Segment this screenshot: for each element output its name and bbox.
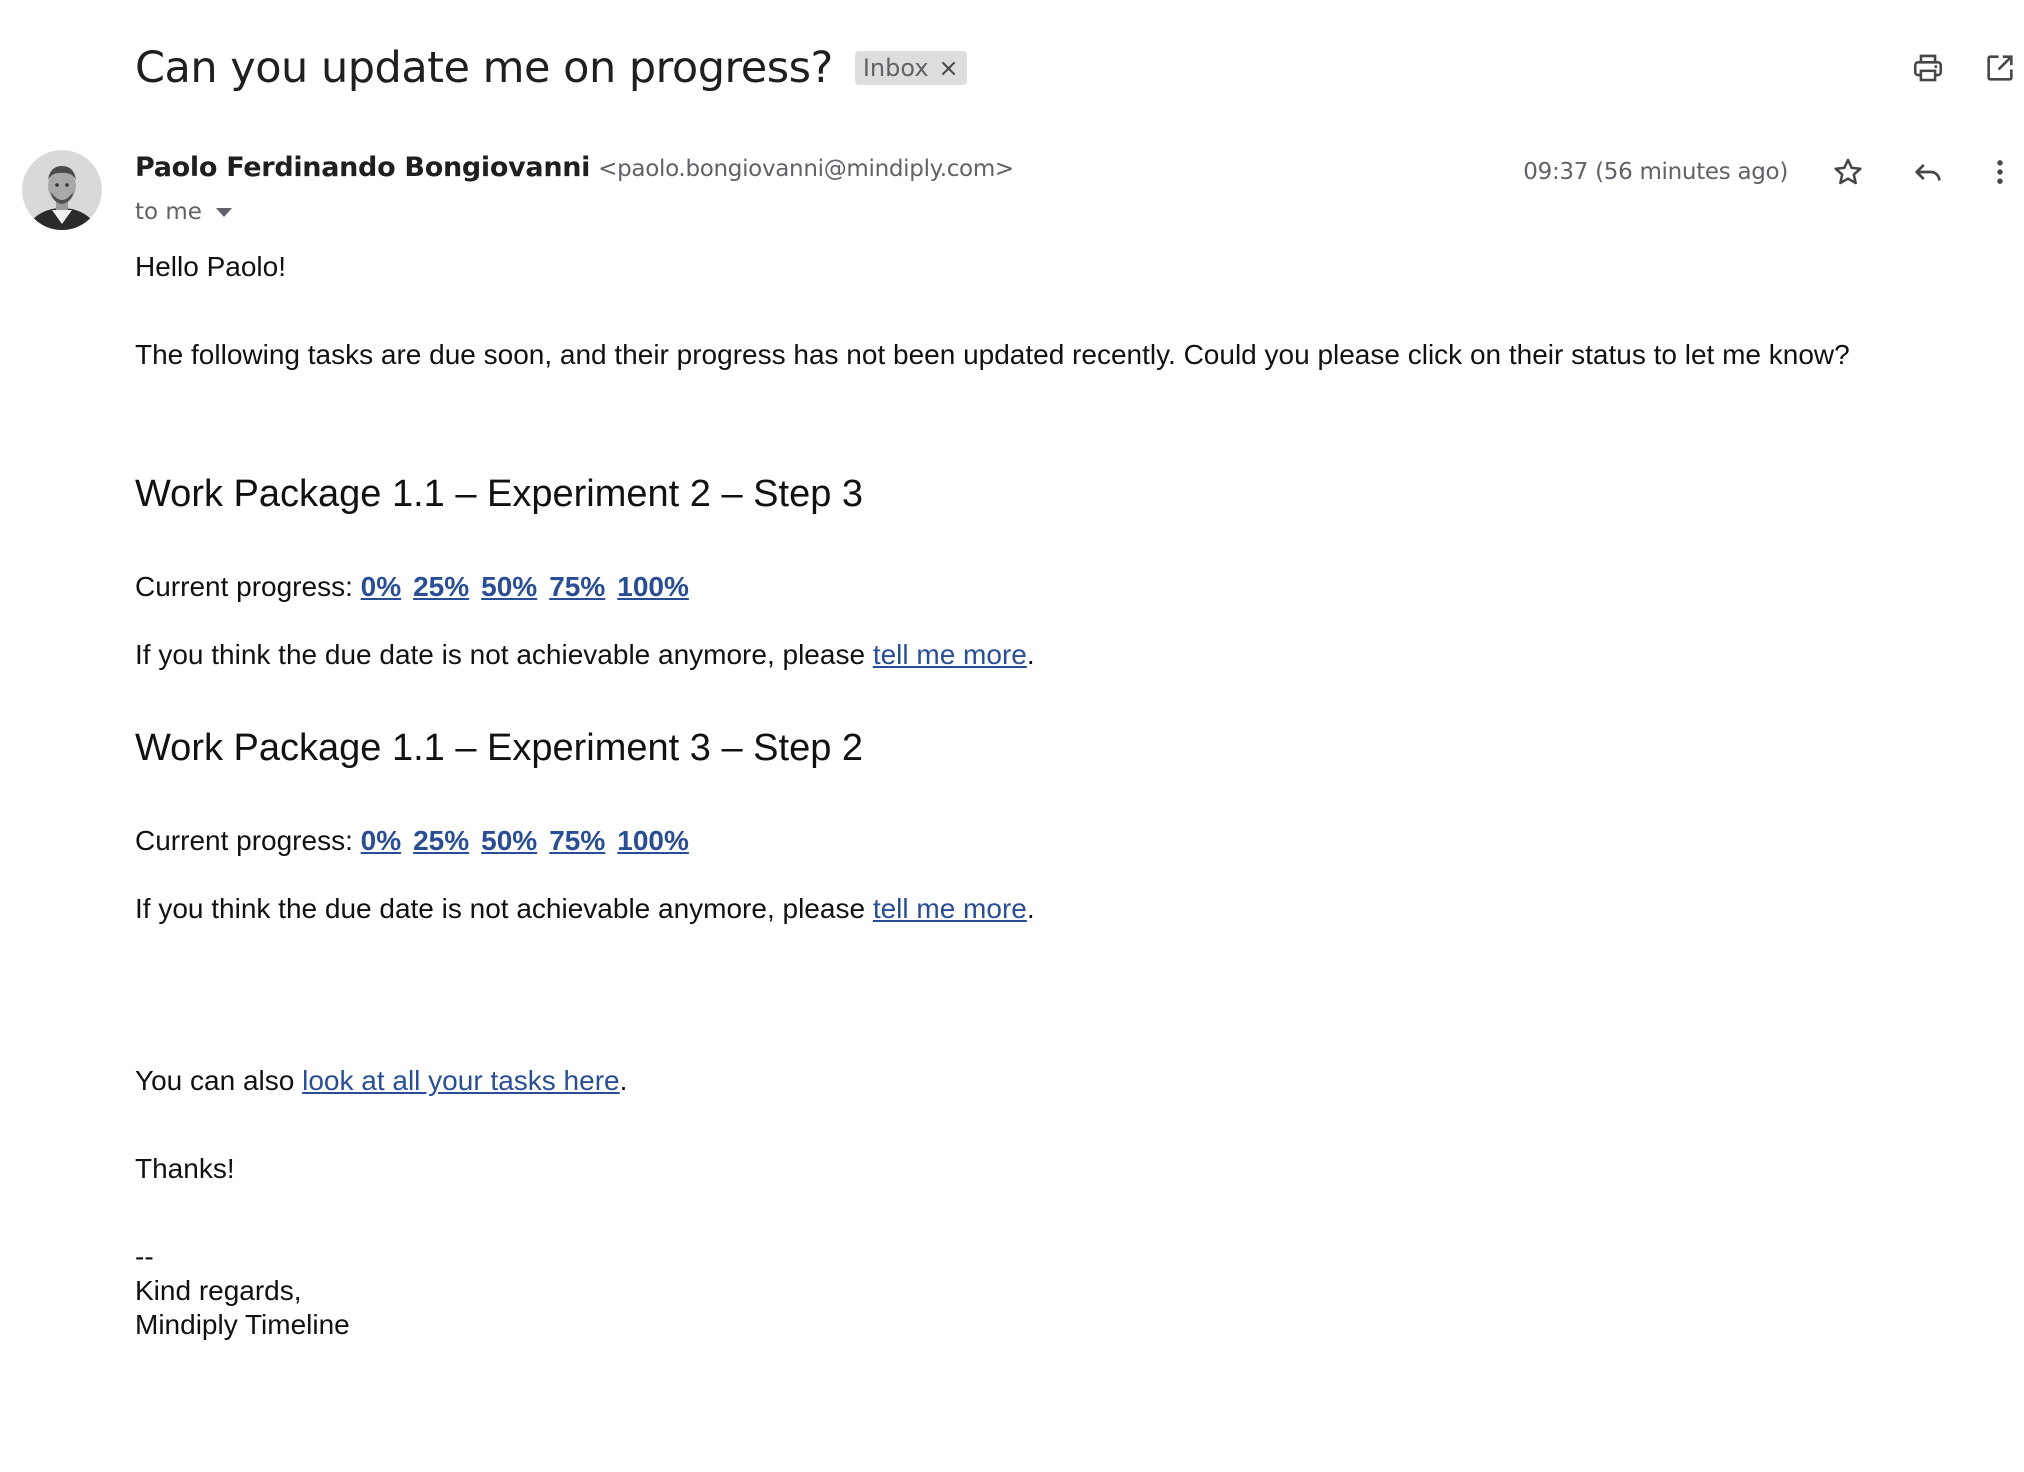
more-vert-icon[interactable] <box>1976 148 2024 196</box>
email-view: Can you update me on progress? Inbox × P… <box>0 0 2024 1472</box>
remove-label-button[interactable]: × <box>939 56 959 80</box>
progress-link-0[interactable]: 0% <box>361 571 401 602</box>
message-timestamp: 09:37 (56 minutes ago) <box>1523 159 1788 185</box>
signature-closing: Kind regards, <box>135 1275 302 1306</box>
caret-down-icon[interactable] <box>215 207 232 217</box>
progress-link-75[interactable]: 75% <box>549 571 605 602</box>
star-outline-icon[interactable] <box>1824 148 1872 196</box>
progress-link-0[interactable]: 0% <box>361 825 401 856</box>
message-actions: 09:37 (56 minutes ago) <box>1523 148 2024 196</box>
email-subject: Can you update me on progress? <box>135 43 833 93</box>
progress-link-25[interactable]: 25% <box>413 825 469 856</box>
greeting: Hello Paolo! <box>135 251 286 282</box>
email-body: Hello Paolo! The following tasks are due… <box>135 250 2005 1342</box>
recipient-line[interactable]: to me <box>135 196 232 228</box>
due-date-suffix: . <box>1026 639 1035 670</box>
due-date-line: If you think the due date is not achieva… <box>135 892 2005 926</box>
progress-link-100[interactable]: 100% <box>617 571 689 602</box>
progress-link-100[interactable]: 100% <box>617 825 689 856</box>
inbox-label-chip[interactable]: Inbox × <box>854 51 967 85</box>
progress-link-50[interactable]: 50% <box>481 571 537 602</box>
progress-line: Current progress: 0% 25% 50% 75% 100% <box>135 824 2005 858</box>
sender-email: <paolo.bongiovanni@mindiply.com> <box>598 156 1014 182</box>
all-tasks-suffix: . <box>619 1065 628 1096</box>
progress-link-75[interactable]: 75% <box>549 825 605 856</box>
label-name: Inbox <box>862 54 929 82</box>
sender-line: Paolo Ferdinando Bongiovanni <paolo.bong… <box>135 152 1014 192</box>
recipient-text: to me <box>135 199 202 225</box>
all-tasks-line: You can also look at all your tasks here… <box>135 1064 2005 1098</box>
signature-separator: -- <box>135 1241 154 1272</box>
progress-line: Current progress: 0% 25% 50% 75% 100% <box>135 570 2005 604</box>
due-date-line: If you think the due date is not achieva… <box>135 638 2005 672</box>
tell-me-more-link[interactable]: tell me more <box>873 639 1027 670</box>
open-in-new-icon[interactable] <box>1976 44 2024 92</box>
progress-link-25[interactable]: 25% <box>413 571 469 602</box>
due-date-text: If you think the due date is not achieva… <box>135 893 873 924</box>
reply-icon[interactable] <box>1904 148 1952 196</box>
progress-label: Current progress: <box>135 571 361 602</box>
subject-row: Can you update me on progress? Inbox × <box>135 36 967 100</box>
sender-name[interactable]: Paolo Ferdinando Bongiovanni <box>135 152 590 183</box>
task-title: Work Package 1.1 – Experiment 3 – Step 2 <box>135 727 864 769</box>
all-tasks-prefix: You can also <box>135 1065 303 1096</box>
thanks-text: Thanks! <box>135 1153 235 1184</box>
intro-text: The following tasks are due soon, and th… <box>135 339 1850 370</box>
progress-link-50[interactable]: 50% <box>481 825 537 856</box>
tell-me-more-link[interactable]: tell me more <box>873 893 1027 924</box>
progress-label: Current progress: <box>135 825 361 856</box>
thread-actions <box>1904 44 2024 92</box>
all-tasks-link[interactable]: look at all your tasks here <box>302 1065 620 1096</box>
due-date-suffix: . <box>1026 893 1035 924</box>
avatar[interactable] <box>22 150 102 230</box>
task-title: Work Package 1.1 – Experiment 2 – Step 3 <box>135 473 864 515</box>
print-icon[interactable] <box>1904 44 1952 92</box>
signature-name: Mindiply Timeline <box>135 1309 350 1340</box>
due-date-text: If you think the due date is not achieva… <box>135 639 873 670</box>
